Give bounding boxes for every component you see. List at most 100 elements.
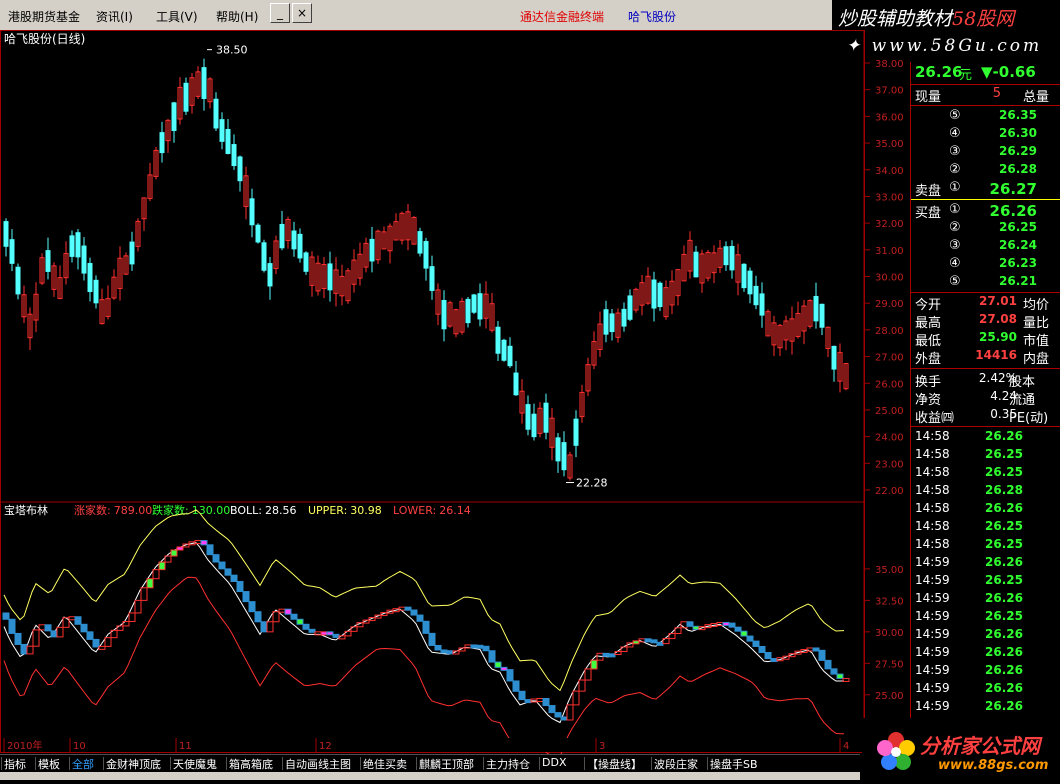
tick-time: 14:59 <box>915 573 950 587</box>
stock-name-link[interactable]: 哈飞股份 <box>628 8 676 25</box>
tower-brick <box>512 680 520 692</box>
tab-separator <box>584 757 585 770</box>
close-icon[interactable]: × <box>292 3 312 23</box>
indicator-item: 涨家数: 789.00 <box>74 503 152 517</box>
tower-brick <box>404 606 412 611</box>
formula-tab[interactable]: 全部 <box>72 756 94 772</box>
candle-body <box>267 263 273 287</box>
tick-price: 26.26 <box>985 681 1023 695</box>
stat-value: 27.08 <box>979 312 1017 326</box>
quote-panel: 26.26 元 ▼-0.66 现量 5 总量 ⑤ 26.35 ④ 26.30 ③ 26.2… <box>910 62 1060 738</box>
tower-brick <box>2 612 10 620</box>
candle-body <box>417 231 423 254</box>
candle-body <box>93 279 99 304</box>
terminal-link[interactable]: 通达信金融终端 <box>520 8 604 25</box>
price-tick-label: 32.00 <box>875 219 904 230</box>
stat2-label: 净资 <box>915 393 942 408</box>
low-marker: 22.28 <box>576 477 608 490</box>
candle-body <box>627 295 633 320</box>
buy-level: ⑤ 26.21 <box>911 274 1060 292</box>
tower-brick <box>644 638 652 643</box>
tick-time: 14:59 <box>915 591 950 605</box>
tab-separator <box>360 757 361 770</box>
stat-label2: 均价 <box>1023 298 1050 313</box>
kline-chart[interactable]: 哈飞股份(日线) 38.0037.0036.0035.0034.0033.003… <box>0 30 910 784</box>
formula-tab[interactable]: 绝佳买卖 <box>363 756 407 772</box>
price-tick-label: 36.00 <box>875 112 904 123</box>
candle-body <box>525 404 531 430</box>
sell-level: 卖盘 ① 26.27 <box>911 180 1060 199</box>
ind-tick-label: 32.50 <box>875 596 904 607</box>
menu-tools[interactable]: 工具(V) <box>156 8 198 25</box>
formula-tab[interactable]: 主力持仓 <box>486 756 530 772</box>
stat-label: 外盘 <box>915 352 942 367</box>
price-tick-label: 30.00 <box>875 273 904 284</box>
formula-tab[interactable]: 【操盘线】 <box>587 756 642 772</box>
tick-row: 14:59 26.26 <box>911 645 1060 663</box>
price-tick-label: 38.00 <box>875 59 904 70</box>
stat2-label2: 流通 <box>1009 393 1036 408</box>
menu-help[interactable]: 帮助(H) <box>216 8 258 25</box>
candle-body <box>303 252 309 272</box>
tower-brick <box>104 637 112 647</box>
sell-level: ⑤ 26.35 <box>911 108 1060 126</box>
indicator-item: LOWER: 26.14 <box>393 504 471 517</box>
candle-body <box>201 67 207 99</box>
tab-separator <box>282 757 283 770</box>
tower-brick <box>242 591 250 603</box>
tower-brick <box>224 568 232 576</box>
menu-info[interactable]: 资讯(I) <box>96 8 133 25</box>
tower-brick <box>74 616 82 625</box>
tick-time: 14:59 <box>915 681 950 695</box>
sell-price: 26.28 <box>999 162 1037 176</box>
date-label: 12 <box>319 741 332 752</box>
tick-time: 14:58 <box>915 501 950 515</box>
formula-tab[interactable]: 模板 <box>38 756 60 772</box>
candle-body <box>213 98 219 129</box>
buy-level-num: ② <box>949 220 961 235</box>
tick-price: 26.26 <box>985 501 1023 515</box>
tick-row: 14:58 26.26 <box>911 501 1060 519</box>
tower-brick <box>578 679 586 692</box>
tower-brick <box>500 666 508 671</box>
formula-tab[interactable]: DDX <box>542 756 566 769</box>
formula-tab[interactable]: 麒麟王顶部 <box>419 756 474 772</box>
tick-row: 14:58 26.25 <box>911 447 1060 465</box>
tower-brick <box>632 640 640 645</box>
date-label: 10 <box>73 741 86 752</box>
formula-tab[interactable]: 操盘手SB <box>710 756 758 772</box>
candle-body <box>69 235 75 257</box>
tower-brick <box>410 609 418 616</box>
minimize-icon[interactable]: _ <box>270 3 290 23</box>
formula-tab[interactable]: 金财神顶底 <box>106 756 161 772</box>
menu-hk-futures[interactable]: 港股期货基金 <box>8 8 80 25</box>
tick-price: 26.26 <box>985 429 1023 443</box>
tick-price: 26.26 <box>985 591 1023 605</box>
buy-level: ③ 26.24 <box>911 238 1060 256</box>
candle-body <box>471 294 477 313</box>
tick-price: 26.26 <box>985 663 1023 677</box>
formula-tab[interactable]: 自动画线主图 <box>285 756 351 772</box>
tick-row: 14:58 26.25 <box>911 537 1060 555</box>
formula-tab[interactable]: 天使魔鬼 <box>173 756 217 772</box>
horizontal-scrollbar[interactable] <box>0 772 860 780</box>
tower-brick <box>230 574 238 582</box>
formula-tab[interactable]: 箱高箱底 <box>229 756 273 772</box>
tower-brick <box>428 632 436 646</box>
tick-time: 14:58 <box>915 465 950 479</box>
candle-body <box>477 293 483 320</box>
tab-separator <box>226 757 227 770</box>
sell-level-num: ④ <box>949 126 961 141</box>
formula-tab[interactable]: 指标 <box>4 756 26 772</box>
ind-tick-label: 25.00 <box>875 691 904 702</box>
formula-tab[interactable]: 波段庄家 <box>654 756 698 772</box>
tick-row: 14:58 26.26 <box>911 429 1060 447</box>
tick-time: 14:59 <box>915 627 950 641</box>
tower-brick <box>314 631 322 636</box>
tick-time: 14:58 <box>915 447 950 461</box>
tick-time: 14:59 <box>915 555 950 569</box>
stat2-row: 收益㈣ 0.35 PE(动) <box>911 407 1060 426</box>
tick-row: 14:59 26.26 <box>911 699 1060 717</box>
tower-brick <box>128 612 136 622</box>
tower-brick <box>740 630 748 637</box>
